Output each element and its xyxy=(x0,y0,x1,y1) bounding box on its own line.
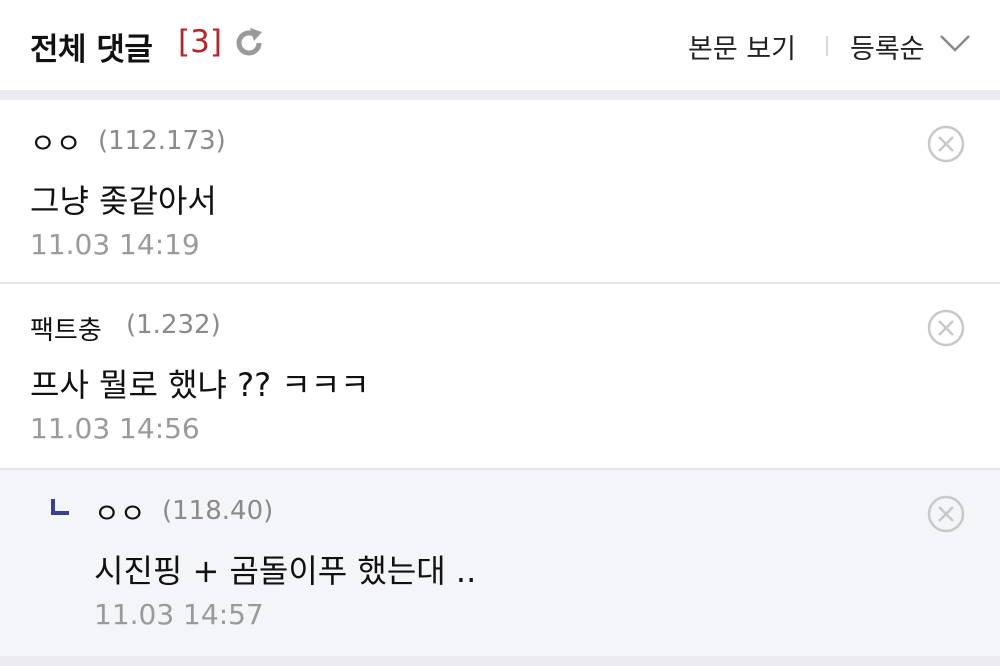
comment-author[interactable]: ㅇㅇ xyxy=(30,122,82,162)
delete-comment-icon[interactable] xyxy=(926,124,966,164)
comment-text: 프사 뭘로 했냐 ?? ㅋㅋㅋ xyxy=(30,366,370,404)
comment-section-title: 전체 댓글 xyxy=(30,32,153,68)
comment-text: 그냥 좆같아서 xyxy=(30,182,217,220)
comment-author[interactable]: 팩트충 xyxy=(30,310,102,347)
comment-item: ㅇㅇ (112.173) 그냥 좆같아서 11.03 14:19 xyxy=(0,100,1000,284)
refresh-icon[interactable] xyxy=(232,26,266,60)
comment-author[interactable]: ㅇㅇ xyxy=(94,492,146,532)
sort-order-dropdown[interactable]: 등록순 xyxy=(850,27,925,66)
comment-ip: (1.232) xyxy=(126,310,221,340)
comment-ip: (112.173) xyxy=(98,126,226,156)
header-divider xyxy=(826,36,828,56)
section-separator xyxy=(0,656,1000,666)
comment-ip: (118.40) xyxy=(162,496,274,526)
comment-timestamp: 11.03 14:19 xyxy=(30,228,200,261)
comment-header: 전체 댓글 [3] 본문 보기 등록순 xyxy=(0,0,1000,90)
comment-timestamp: 11.03 14:56 xyxy=(30,412,200,445)
delete-comment-icon[interactable] xyxy=(926,308,966,348)
comment-count: [3] xyxy=(178,24,222,60)
chevron-down-icon[interactable] xyxy=(938,32,972,54)
reply-corner-icon xyxy=(51,499,69,515)
comment-text: 시진핑 + 곰돌이푸 했는대 .. xyxy=(94,552,477,590)
delete-comment-icon[interactable] xyxy=(926,494,966,534)
section-separator xyxy=(0,90,1000,100)
comment-item: 팩트충 (1.232) 프사 뭘로 했냐 ?? ㅋㅋㅋ 11.03 14:56 xyxy=(0,284,1000,470)
reply-item: ㅇㅇ (118.40) 시진핑 + 곰돌이푸 했는대 .. 11.03 14:5… xyxy=(0,470,1000,656)
view-body-button[interactable]: 본문 보기 xyxy=(688,27,796,66)
comment-timestamp: 11.03 14:57 xyxy=(94,598,264,631)
